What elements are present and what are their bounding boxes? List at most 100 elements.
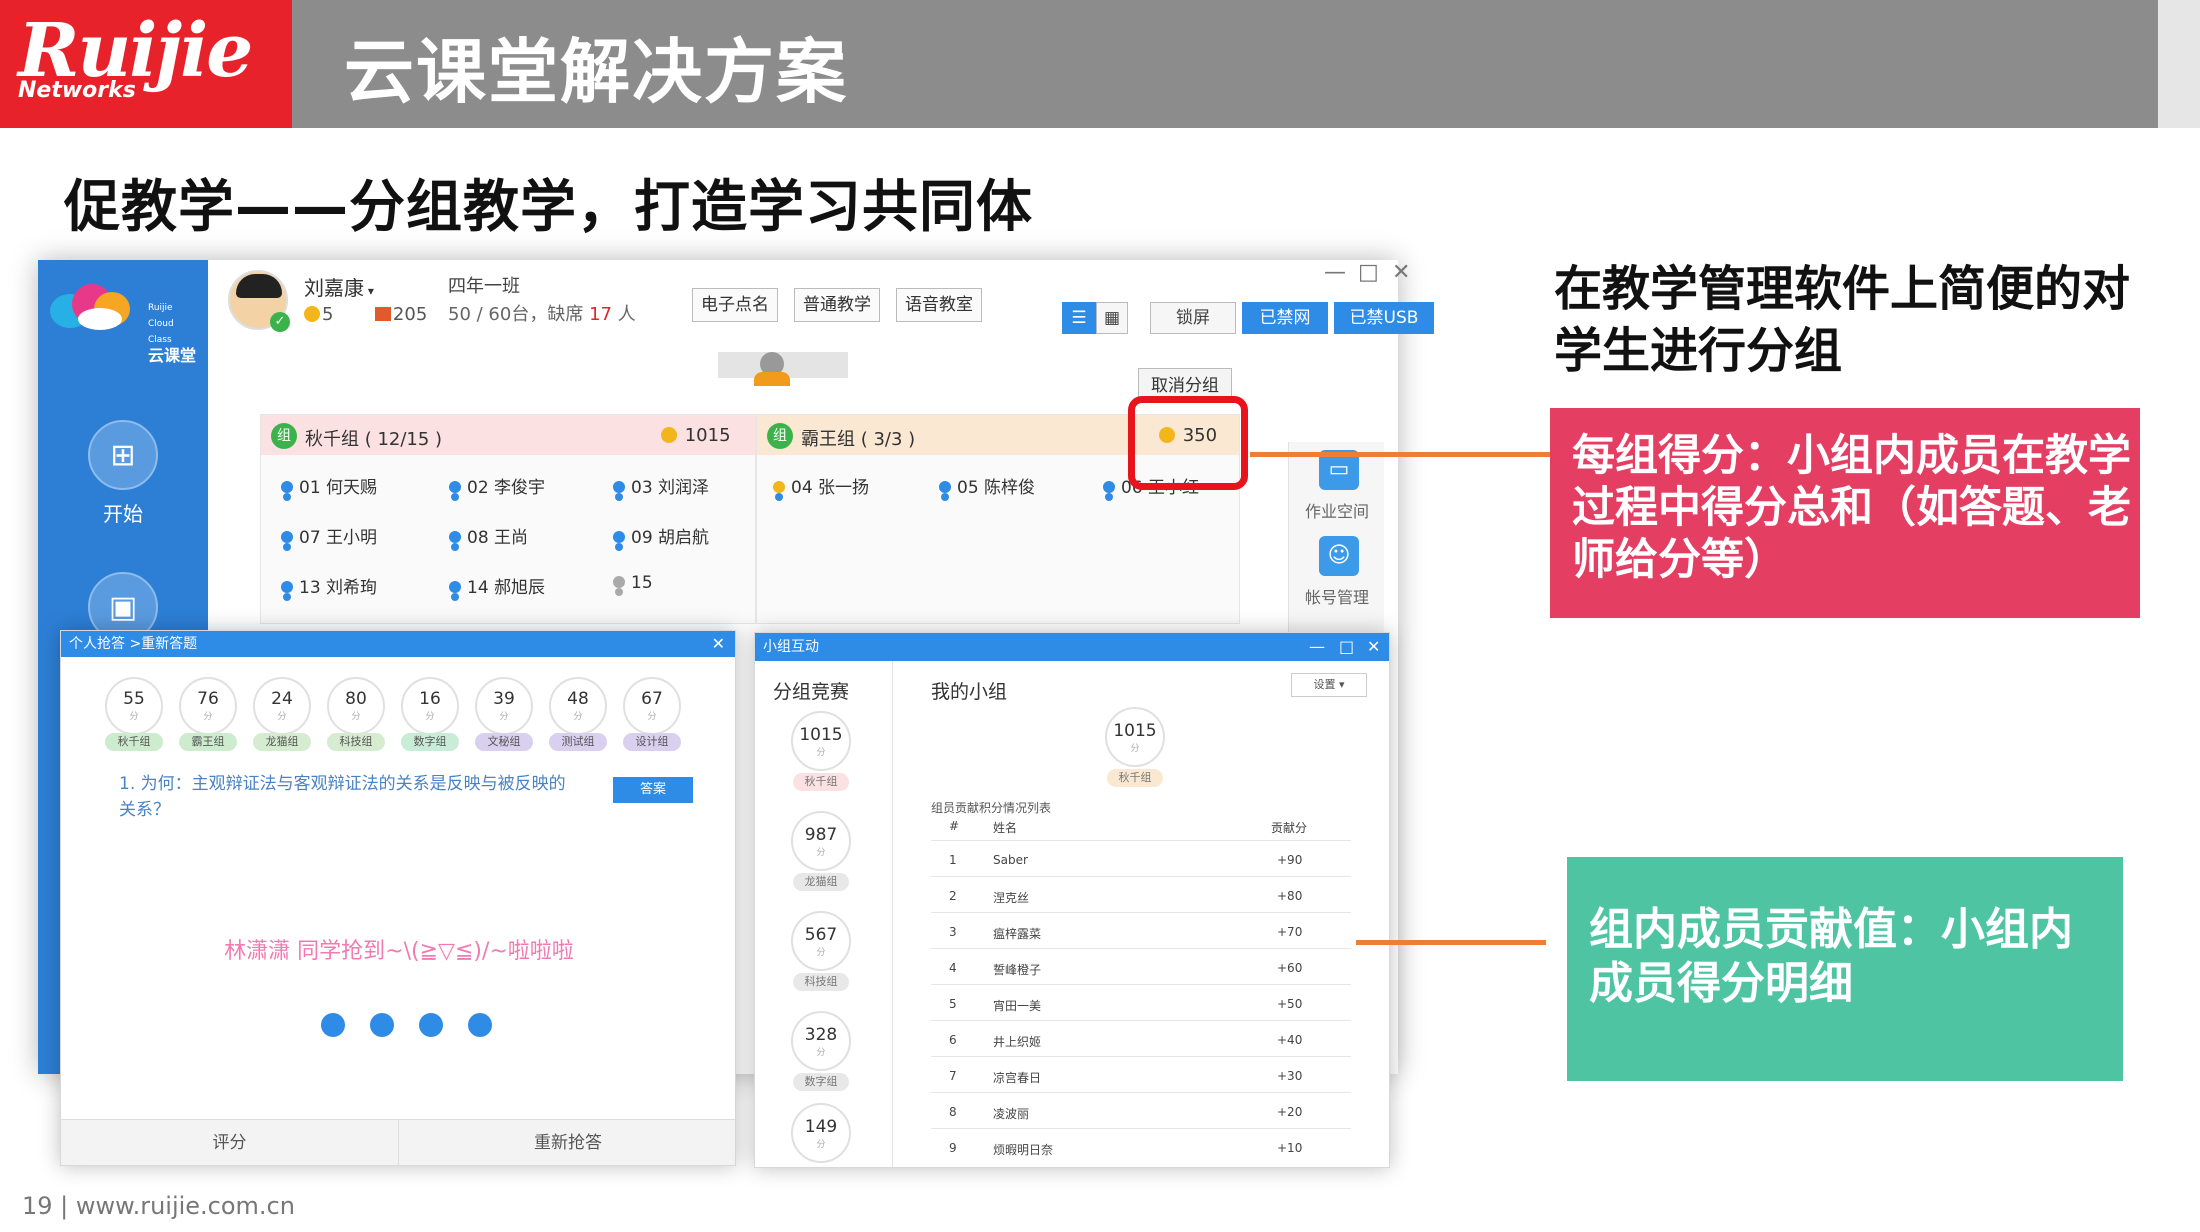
usb-disabled-button[interactable]: 已禁USB [1334, 302, 1434, 334]
group-header: 组 秋千组 ( 12/15 ) 1015 [261, 415, 755, 455]
rank-score-circle: 1015 分 [791, 711, 851, 771]
group-interaction-dialog: 小组互动 — □ ✕ 分组竞赛 我的小组 设置 ▾ 1015 分 秋千组 987 分… [754, 632, 1390, 1168]
account-manage-label: 帐号管理 [1304, 588, 1369, 607]
list-view-icon[interactable]: ☰ [1062, 302, 1096, 334]
group-name: 秋千组 ( 12/15 ) [305, 429, 443, 450]
rank-score-circle: 149 分 [791, 1103, 851, 1163]
row-index: 6 [949, 1033, 957, 1047]
start-button[interactable]: ⊞ [88, 420, 158, 490]
score-unit: 分 [351, 712, 361, 722]
row-points: +80 [1277, 889, 1303, 903]
student-item[interactable]: 01 何天赐 [281, 473, 377, 498]
row-index: 4 [949, 961, 957, 975]
group-score-circle: 16 分 [401, 677, 459, 735]
slide: Ruijie Networks 云课堂解决方案 促教学——分组教学，打造学习共同… [0, 0, 2200, 1232]
user-name[interactable]: 刘嘉康 ▾ [304, 272, 374, 301]
row-points: +50 [1277, 997, 1303, 1011]
student-item[interactable]: 15 [613, 573, 653, 593]
ruijie-logo: Ruijie Networks [0, 0, 292, 128]
score-value: 16 [419, 689, 441, 709]
group-score-circle: 80 分 [327, 677, 385, 735]
monitor-icon: ▣ [108, 590, 138, 625]
col-name: 姓名 [993, 821, 1018, 835]
lock-screen-button[interactable]: 锁屏 [1150, 302, 1236, 334]
user-icon[interactable]: ☺ [1319, 536, 1359, 576]
student-item[interactable]: 02 李俊宇 [449, 473, 545, 498]
settings-dropdown[interactable]: 设置 ▾ [1291, 673, 1367, 697]
minimize-icon[interactable]: — [1309, 633, 1325, 661]
teacher-avatar[interactable]: ✓ [228, 270, 290, 332]
group-score-callout-text: 每组得分：小组内成员在教学过程中得分总和（如答题、老师给分等） [1572, 431, 2131, 585]
group-tag: 文秘组 [475, 733, 533, 751]
coin-icon [661, 427, 677, 443]
rank-score-circle: 567 分 [791, 911, 851, 971]
close-icon[interactable]: ✕ [712, 631, 725, 657]
rank-tag: 数字组 [793, 1073, 849, 1091]
roll-call-button[interactable]: 电子点名 [692, 288, 778, 322]
close-icon[interactable]: ✕ [1367, 633, 1380, 661]
row-points: +10 [1277, 1141, 1303, 1155]
score-value: 24 [271, 689, 293, 709]
score-value: 48 [567, 689, 589, 709]
score-unit: 分 [129, 712, 139, 722]
retry-answer-button[interactable]: 重新抢答 [399, 1120, 737, 1166]
table-row: 8 凌波丽 +20 [931, 1093, 1351, 1129]
slide-subtitle: 促教学——分组教学，打造学习共同体 [64, 175, 1033, 240]
row-name: 凌波丽 [993, 1107, 1030, 1121]
student-item[interactable]: 14 郝旭辰 [449, 573, 545, 598]
grid-view-icon[interactable]: ▦ [1096, 302, 1128, 334]
score-unit: 分 [816, 948, 826, 958]
student-item[interactable]: 09 胡启航 [613, 523, 709, 548]
group-tag: 数字组 [401, 733, 459, 751]
group-card-1[interactable]: 组 秋千组 ( 12/15 ) 1015 01 何天赐 02 李俊宇 03 刘润… [260, 414, 756, 624]
student-item[interactable]: 04 张一扬 [773, 473, 869, 498]
answer-button[interactable]: 答案 [613, 777, 693, 803]
absent-count: 17 [589, 304, 612, 325]
gift-count: 205 [392, 304, 428, 325]
minimize-icon[interactable]: — [1324, 260, 1346, 285]
rank-score-circle: 987 分 [791, 811, 851, 871]
student-item[interactable]: 13 刘希珣 [281, 573, 377, 598]
row-points: +20 [1277, 1105, 1303, 1119]
score-button[interactable]: 评分 [61, 1120, 399, 1166]
my-group-score-circle: 1015 分 [1105, 707, 1165, 767]
group-score-circle: 55 分 [105, 677, 163, 735]
row-index: 1 [949, 853, 957, 867]
net-disabled-button[interactable]: 已禁网 [1242, 302, 1328, 334]
maximize-icon[interactable]: □ [1339, 633, 1354, 661]
student-item[interactable]: 03 刘润泽 [613, 473, 709, 498]
score-value: 987 [804, 825, 838, 845]
coin-count: 5 [322, 304, 334, 325]
group-tag: 秋千组 [105, 733, 163, 751]
maximize-icon[interactable]: □ [1358, 260, 1379, 285]
table-row: 7 凉宫春日 +30 [931, 1057, 1351, 1093]
table-row: 3 瘟梓露菜 +70 [931, 913, 1351, 949]
user-stats: 5 205 [304, 304, 427, 325]
score-value: 149 [804, 1117, 838, 1137]
student-item[interactable]: 08 王尚 [449, 523, 528, 548]
cancel-group-button[interactable]: 取消分组 [1138, 368, 1232, 399]
dialog-title: 个人抢答 >重新答题 [69, 636, 198, 652]
absent-unit: 人 [617, 304, 636, 325]
dialog-footer: 评分 重新抢答 [61, 1119, 737, 1166]
voice-classroom-button[interactable]: 语音教室 [896, 288, 982, 322]
question-text: 1. 为何：主观辩证法与客观辩证法的关系是反映与被反映的关系？ [119, 774, 566, 820]
group-score-circle: 76 分 [179, 677, 237, 735]
group-score-value: 1015 [684, 425, 731, 446]
row-points: +40 [1277, 1033, 1303, 1047]
score-value: 55 [123, 689, 145, 709]
student-item[interactable]: 07 王小明 [281, 523, 377, 548]
close-icon[interactable]: ✕ [1392, 260, 1410, 285]
row-index: 2 [949, 889, 957, 903]
caret-down-icon: ▾ [1338, 678, 1345, 691]
group-badge-icon: 组 [767, 423, 793, 449]
student-item[interactable]: 05 陈梓俊 [939, 473, 1035, 498]
score-unit: 分 [499, 712, 509, 722]
loading-dot [321, 1013, 345, 1037]
class-name: 四年一班 [448, 276, 520, 297]
score-unit: 分 [816, 1140, 826, 1150]
normal-teaching-button[interactable]: 普通教学 [794, 288, 880, 322]
top-bar: ✓ 刘嘉康 ▾ 5 205 四年一班 50 / 60台，缺席 17 人 电子点名… [208, 260, 1434, 360]
table-row: 1 Saber +90 [931, 841, 1351, 877]
group-score-circle: 67 分 [623, 677, 681, 735]
